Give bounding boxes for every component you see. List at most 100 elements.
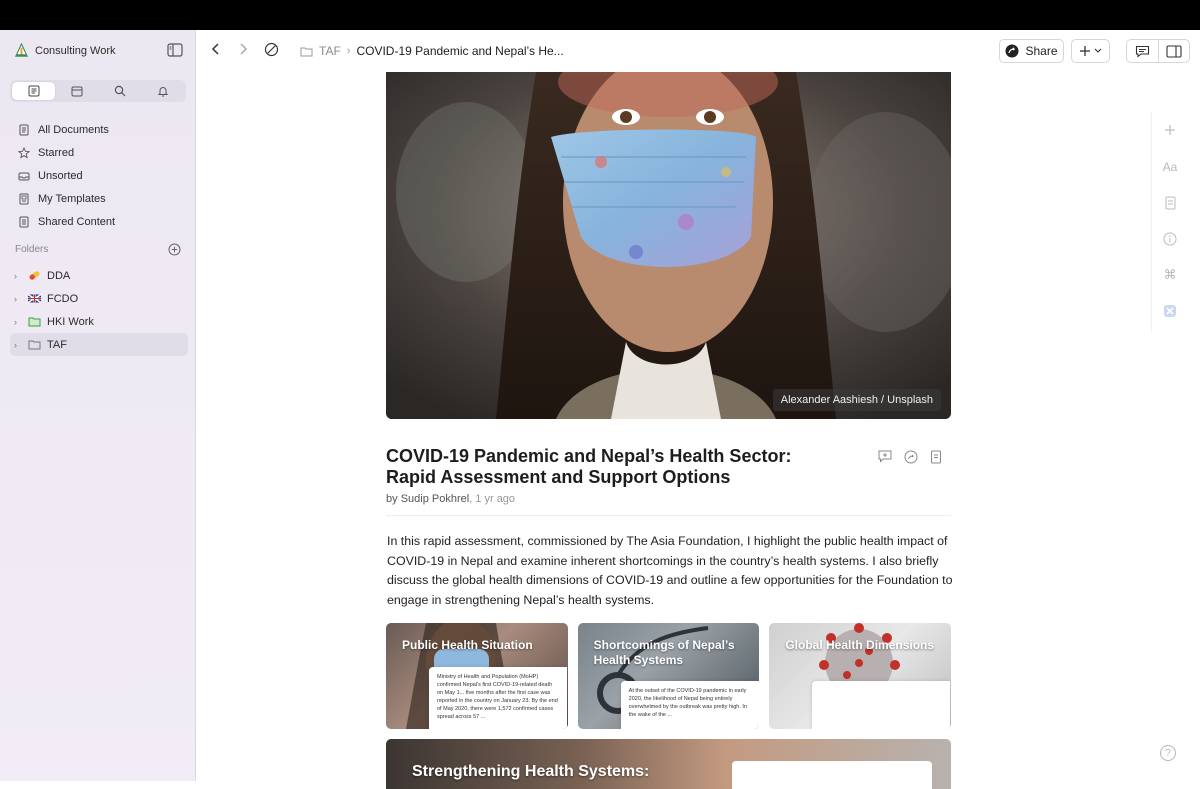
folder-label: HKI Work bbox=[47, 315, 94, 328]
insert-plus-icon[interactable] bbox=[1162, 122, 1178, 138]
sidebar-item-shared-content[interactable]: Shared Content bbox=[10, 210, 186, 233]
chevron-right-icon[interactable]: › bbox=[14, 271, 22, 281]
bell-icon bbox=[157, 87, 168, 97]
documents-icon bbox=[19, 124, 29, 135]
back-arrow-icon[interactable] bbox=[211, 42, 221, 56]
workspace-logo-icon bbox=[14, 43, 29, 57]
document-abstract[interactable]: In this rapid assessment, commissioned b… bbox=[387, 532, 953, 610]
bookmark-doc-icon[interactable] bbox=[930, 450, 942, 464]
folder-dda[interactable]: › DDA bbox=[10, 264, 188, 287]
folder-label: FCDO bbox=[47, 292, 79, 305]
tab-search[interactable] bbox=[98, 82, 141, 100]
search-icon bbox=[114, 85, 125, 97]
comment-icon bbox=[1135, 45, 1149, 58]
folder-hki-work[interactable]: › HKI Work bbox=[10, 310, 188, 333]
sidebar-item-label: My Templates bbox=[38, 192, 106, 205]
chevron-right-icon[interactable]: › bbox=[14, 294, 22, 304]
inbox-icon bbox=[18, 172, 30, 180]
text-style-icon[interactable]: Aa bbox=[1162, 159, 1178, 175]
pill-emoji-icon bbox=[29, 271, 40, 280]
sidebar-item-unsorted[interactable]: Unsorted bbox=[10, 164, 186, 187]
folder-fcdo[interactable]: › FCDO bbox=[10, 287, 188, 310]
sidebar: Consulting Work All Documents Starred Un… bbox=[0, 30, 196, 781]
image-credit[interactable]: Alexander Aashiesh / Unsplash bbox=[772, 389, 941, 411]
card-document-preview: Ministry of Health and Population (MoHP)… bbox=[429, 667, 567, 729]
card-document-preview: At the outset of the COVID-19 pandemic i… bbox=[620, 681, 759, 729]
section-cards: Public Health Situation Ministry of Heal… bbox=[386, 623, 952, 729]
section-card-strengthening[interactable]: Strengthening Health Systems: bbox=[386, 739, 951, 789]
sidebar-item-all-documents[interactable]: All Documents bbox=[10, 118, 186, 141]
add-folder-icon[interactable] bbox=[168, 243, 181, 256]
tab-documents[interactable] bbox=[12, 82, 55, 100]
sidebar-view-tabs bbox=[10, 80, 186, 102]
section-card-global-health[interactable]: Global Health Dimensions bbox=[769, 623, 952, 729]
section-card-shortcomings[interactable]: Shortcomings of Nepal’s Health Systems A… bbox=[577, 623, 760, 729]
format-rail: Aa ⌘ bbox=[1151, 112, 1187, 332]
star-icon bbox=[18, 146, 30, 159]
calendar-icon bbox=[71, 86, 82, 97]
sidebar-toggle-icon[interactable] bbox=[167, 43, 183, 57]
chevron-right-icon[interactable]: › bbox=[14, 340, 22, 350]
green-folder-icon bbox=[28, 317, 41, 327]
plus-icon bbox=[1080, 46, 1090, 56]
comments-button[interactable] bbox=[1127, 40, 1159, 62]
workspace-switcher[interactable]: Consulting Work bbox=[14, 43, 116, 58]
folder-icon bbox=[28, 340, 41, 350]
chevron-right-icon[interactable]: › bbox=[14, 317, 22, 327]
document-title[interactable]: COVID-19 Pandemic and Nepal’s Health Sec… bbox=[386, 446, 846, 488]
breadcrumb-folder[interactable]: TAF bbox=[319, 44, 341, 58]
tab-calendar[interactable] bbox=[55, 82, 98, 100]
card-document-preview bbox=[732, 761, 932, 789]
sidebar-item-label: Shared Content bbox=[38, 215, 116, 228]
document-info-icon[interactable] bbox=[1162, 195, 1178, 211]
inspector-toggle-button[interactable] bbox=[1159, 40, 1190, 62]
share-icon bbox=[1005, 44, 1019, 58]
portrait-photo bbox=[386, 72, 951, 419]
card-title: Strengthening Health Systems: bbox=[412, 763, 650, 780]
section-card-public-health[interactable]: Public Health Situation Ministry of Heal… bbox=[386, 623, 568, 729]
info-icon[interactable] bbox=[1162, 231, 1178, 247]
breadcrumb-separator: › bbox=[346, 45, 351, 57]
chevron-down-icon bbox=[1094, 48, 1102, 53]
system-menubar bbox=[0, 0, 1200, 30]
panel-buttons bbox=[1126, 39, 1190, 63]
workspace-name: Consulting Work bbox=[35, 44, 116, 57]
sidebar-item-label: Unsorted bbox=[38, 169, 83, 182]
author-prefix: by bbox=[386, 493, 401, 505]
sync-status-icon[interactable] bbox=[264, 42, 279, 57]
card-title: Shortcomings of Nepal’s Health Systems bbox=[593, 638, 735, 667]
command-icon[interactable]: ⌘ bbox=[1162, 267, 1178, 283]
header-image: Alexander Aashiesh / Unsplash bbox=[386, 72, 951, 419]
author-name[interactable]: Sudip Pokhrel bbox=[401, 493, 470, 505]
divider bbox=[386, 515, 951, 516]
forward-arrow-icon[interactable] bbox=[238, 42, 248, 56]
share-label: Share bbox=[1025, 44, 1058, 58]
folder-label: DDA bbox=[47, 269, 71, 282]
tab-notifications[interactable] bbox=[141, 82, 184, 100]
template-icon bbox=[19, 193, 29, 204]
folder-taf[interactable]: › TAF bbox=[10, 333, 188, 356]
document-toolbar: TAF › COVID-19 Pandemic and Nepal’s He..… bbox=[196, 30, 1200, 72]
title-actions bbox=[878, 450, 942, 464]
folder-list: › DDA › FCDO › HKI Work › TAF bbox=[10, 264, 188, 356]
document-list-icon bbox=[28, 85, 39, 97]
uk-flag-icon bbox=[28, 293, 41, 304]
share-arrow-icon[interactable] bbox=[904, 450, 918, 464]
new-item-button[interactable] bbox=[1071, 39, 1110, 63]
folders-heading: Folders bbox=[15, 244, 49, 255]
folder-icon bbox=[300, 47, 313, 56]
breadcrumb: TAF › COVID-19 Pandemic and Nepal’s He..… bbox=[300, 44, 564, 58]
card-title: Global Health Dimensions bbox=[785, 638, 935, 652]
shared-icon bbox=[19, 216, 29, 227]
sidebar-item-starred[interactable]: Starred bbox=[10, 141, 186, 164]
sidebar-item-my-templates[interactable]: My Templates bbox=[10, 187, 186, 210]
share-button[interactable]: Share bbox=[999, 39, 1064, 63]
card-document-preview bbox=[812, 681, 951, 729]
sidebar-item-label: Starred bbox=[38, 146, 75, 159]
extension-icon[interactable] bbox=[1162, 303, 1178, 319]
breadcrumb-current-document: COVID-19 Pandemic and Nepal’s He... bbox=[356, 44, 564, 58]
document-age: , 1 yr ago bbox=[469, 493, 516, 505]
card-title: Public Health Situation bbox=[402, 638, 533, 652]
add-comment-icon[interactable] bbox=[878, 450, 892, 463]
help-icon[interactable]: ? bbox=[1160, 745, 1176, 761]
